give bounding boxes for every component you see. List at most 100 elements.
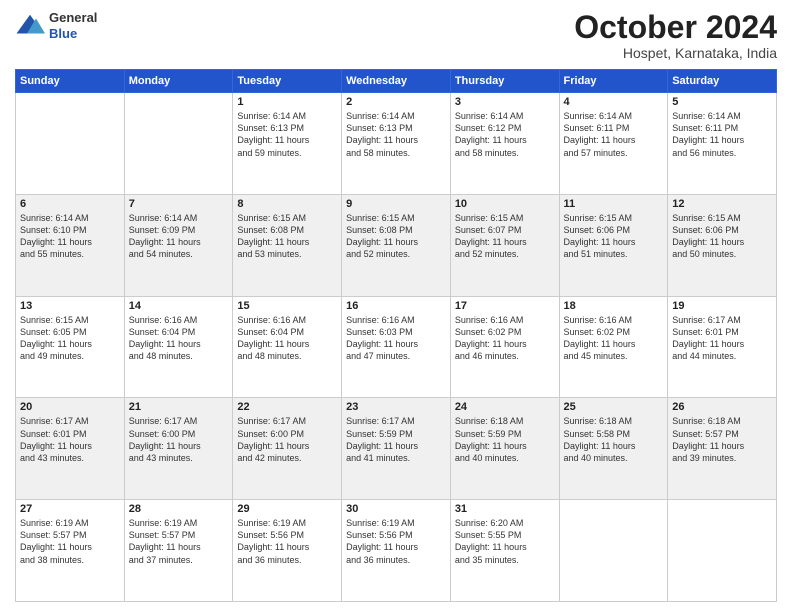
calendar-week-4: 20Sunrise: 6:17 AM Sunset: 6:01 PM Dayli… [16,398,777,500]
cell-daylight-info: Sunrise: 6:19 AM Sunset: 5:56 PM Dayligh… [237,517,337,566]
cell-daylight-info: Sunrise: 6:16 AM Sunset: 6:04 PM Dayligh… [237,314,337,363]
calendar-week-1: 1 Sunrise: 6:14 AM Sunset: 6:13 PM Daylig… [16,93,777,195]
cell-daylight-info: Sunrise: 6:14 AM Sunset: 6:11 PM Dayligh… [564,110,664,159]
cell-daylight-info: Sunrise: 6:19 AM Sunset: 5:57 PM Dayligh… [129,517,229,566]
calendar-cell [668,500,777,602]
calendar-cell: 4 Sunrise: 6:14 AM Sunset: 6:11 PM Daylig… [559,93,668,195]
cell-daylight-info: Sunrise: 6:18 AM Sunset: 5:59 PM Dayligh… [455,415,555,464]
title-block: October 2024 Hospet, Karnataka, India [574,10,777,61]
day-number: 5 [672,96,772,108]
cell-daylight-info: Sunrise: 6:15 AM Sunset: 6:08 PM Dayligh… [237,212,337,261]
col-thursday: Thursday [450,70,559,93]
day-number: 25 [564,401,664,413]
col-friday: Friday [559,70,668,93]
location-subtitle: Hospet, Karnataka, India [574,45,777,61]
cell-daylight-info: Sunrise: 6:18 AM Sunset: 5:58 PM Dayligh… [564,415,664,464]
cell-daylight-info: Sunrise: 6:16 AM Sunset: 6:02 PM Dayligh… [455,314,555,363]
day-number: 18 [564,300,664,312]
day-number: 14 [129,300,229,312]
cell-daylight-info: Sunrise: 6:14 AM Sunset: 6:13 PM Dayligh… [237,110,337,159]
page: General Blue October 2024 Hospet, Karnat… [0,0,792,612]
day-number: 26 [672,401,772,413]
day-number: 22 [237,401,337,413]
logo-icon [15,11,45,41]
cell-daylight-info: Sunrise: 6:20 AM Sunset: 5:55 PM Dayligh… [455,517,555,566]
logo-text: General Blue [49,10,97,41]
calendar-table: Sunday Monday Tuesday Wednesday Thursday… [15,69,777,602]
day-number: 28 [129,503,229,515]
calendar-cell: 31 Sunrise: 6:20 AM Sunset: 5:55 PM Dayli… [450,500,559,602]
cell-daylight-info: Sunrise: 6:15 AM Sunset: 6:08 PM Dayligh… [346,212,446,261]
cell-daylight-info: Sunrise: 6:15 AM Sunset: 6:07 PM Dayligh… [455,212,555,261]
col-saturday: Saturday [668,70,777,93]
day-number: 3 [455,96,555,108]
header: General Blue October 2024 Hospet, Karnat… [15,10,777,61]
calendar-cell: 22 Sunrise: 6:17 AM Sunset: 6:00 PM Dayli… [233,398,342,500]
calendar-cell: 29 Sunrise: 6:19 AM Sunset: 5:56 PM Dayli… [233,500,342,602]
month-year-title: October 2024 [574,10,777,45]
calendar-cell: 13 Sunrise: 6:15 AM Sunset: 6:05 PM Dayli… [16,296,125,398]
calendar-cell: 10Sunrise: 6:15 AM Sunset: 6:07 PM Dayli… [450,194,559,296]
day-number: 11 [564,198,664,210]
calendar-week-2: 6 Sunrise: 6:14 AM Sunset: 6:10 PM Daylig… [16,194,777,296]
calendar-cell: 30Sunrise: 6:19 AM Sunset: 5:56 PM Dayli… [342,500,451,602]
day-number: 13 [20,300,120,312]
calendar-cell: 26Sunrise: 6:18 AM Sunset: 5:57 PM Dayli… [668,398,777,500]
calendar-week-5: 27Sunrise: 6:19 AM Sunset: 5:57 PM Dayli… [16,500,777,602]
cell-daylight-info: Sunrise: 6:15 AM Sunset: 6:06 PM Dayligh… [564,212,664,261]
col-tuesday: Tuesday [233,70,342,93]
day-number: 2 [346,96,446,108]
cell-daylight-info: Sunrise: 6:14 AM Sunset: 6:10 PM Dayligh… [20,212,120,261]
cell-daylight-info: Sunrise: 6:15 AM Sunset: 6:05 PM Dayligh… [20,314,120,363]
day-number: 15 [237,300,337,312]
calendar-cell: 14 Sunrise: 6:16 AM Sunset: 6:04 PM Dayli… [124,296,233,398]
day-number: 9 [346,198,446,210]
day-number: 24 [455,401,555,413]
cell-daylight-info: Sunrise: 6:16 AM Sunset: 6:03 PM Dayligh… [346,314,446,363]
calendar-cell: 2 Sunrise: 6:14 AM Sunset: 6:13 PM Daylig… [342,93,451,195]
day-number: 19 [672,300,772,312]
calendar-cell: 27Sunrise: 6:19 AM Sunset: 5:57 PM Dayli… [16,500,125,602]
day-number: 6 [20,198,120,210]
calendar-cell [559,500,668,602]
calendar-cell: 16 Sunrise: 6:16 AM Sunset: 6:03 PM Dayli… [342,296,451,398]
cell-daylight-info: Sunrise: 6:15 AM Sunset: 6:06 PM Dayligh… [672,212,772,261]
cell-daylight-info: Sunrise: 6:14 AM Sunset: 6:09 PM Dayligh… [129,212,229,261]
calendar-cell: 5 Sunrise: 6:14 AM Sunset: 6:11 PM Daylig… [668,93,777,195]
logo: General Blue [15,10,97,41]
day-number: 16 [346,300,446,312]
day-number: 21 [129,401,229,413]
day-number: 4 [564,96,664,108]
cell-daylight-info: Sunrise: 6:19 AM Sunset: 5:56 PM Dayligh… [346,517,446,566]
cell-daylight-info: Sunrise: 6:14 AM Sunset: 6:11 PM Dayligh… [672,110,772,159]
cell-daylight-info: Sunrise: 6:17 AM Sunset: 6:00 PM Dayligh… [237,415,337,464]
calendar-cell: 11 Sunrise: 6:15 AM Sunset: 6:06 PM Dayli… [559,194,668,296]
cell-daylight-info: Sunrise: 6:19 AM Sunset: 5:57 PM Dayligh… [20,517,120,566]
cell-daylight-info: Sunrise: 6:17 AM Sunset: 6:01 PM Dayligh… [672,314,772,363]
cell-daylight-info: Sunrise: 6:14 AM Sunset: 6:12 PM Dayligh… [455,110,555,159]
cell-daylight-info: Sunrise: 6:17 AM Sunset: 6:00 PM Dayligh… [129,415,229,464]
calendar-cell: 17 Sunrise: 6:16 AM Sunset: 6:02 PM Dayli… [450,296,559,398]
day-number: 17 [455,300,555,312]
day-number: 29 [237,503,337,515]
day-number: 20 [20,401,120,413]
calendar-cell: 19 Sunrise: 6:17 AM Sunset: 6:01 PM Dayli… [668,296,777,398]
calendar-cell: 7 Sunrise: 6:14 AM Sunset: 6:09 PM Daylig… [124,194,233,296]
calendar-cell: 25 Sunrise: 6:18 AM Sunset: 5:58 PM Dayli… [559,398,668,500]
calendar-cell: 18 Sunrise: 6:16 AM Sunset: 6:02 PM Dayli… [559,296,668,398]
cell-daylight-info: Sunrise: 6:14 AM Sunset: 6:13 PM Dayligh… [346,110,446,159]
cell-daylight-info: Sunrise: 6:16 AM Sunset: 6:02 PM Dayligh… [564,314,664,363]
col-wednesday: Wednesday [342,70,451,93]
calendar-cell [124,93,233,195]
calendar-cell: 3 Sunrise: 6:14 AM Sunset: 6:12 PM Daylig… [450,93,559,195]
calendar-header-row: Sunday Monday Tuesday Wednesday Thursday… [16,70,777,93]
calendar-cell [16,93,125,195]
cell-daylight-info: Sunrise: 6:17 AM Sunset: 5:59 PM Dayligh… [346,415,446,464]
day-number: 1 [237,96,337,108]
day-number: 8 [237,198,337,210]
calendar-cell: 12Sunrise: 6:15 AM Sunset: 6:06 PM Dayli… [668,194,777,296]
calendar-cell: 24 Sunrise: 6:18 AM Sunset: 5:59 PM Dayli… [450,398,559,500]
cell-daylight-info: Sunrise: 6:16 AM Sunset: 6:04 PM Dayligh… [129,314,229,363]
day-number: 7 [129,198,229,210]
day-number: 31 [455,503,555,515]
